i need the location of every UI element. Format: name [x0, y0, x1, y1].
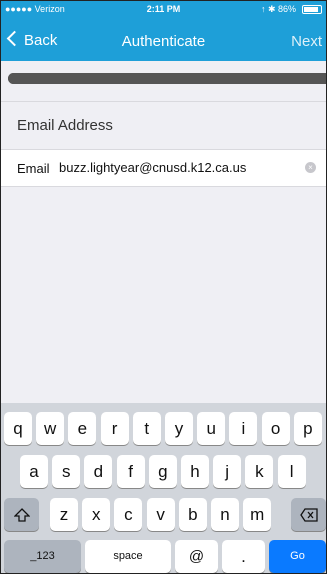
- battery-level: [304, 7, 318, 12]
- keyboard-row-3: zxcvbnm: [1, 498, 326, 533]
- clear-icon[interactable]: ×: [305, 162, 316, 173]
- space-key[interactable]: space: [85, 540, 171, 573]
- key-i[interactable]: i: [229, 412, 258, 445]
- key-w[interactable]: w: [36, 412, 65, 445]
- key-r[interactable]: r: [100, 412, 129, 445]
- key-z[interactable]: z: [50, 498, 78, 531]
- key-e[interactable]: e: [68, 412, 97, 445]
- key-v[interactable]: v: [146, 498, 175, 531]
- keyboard: qwertyuiop asdfghjkl zxcvbnm _123 space …: [1, 403, 326, 573]
- key-c[interactable]: c: [114, 498, 143, 531]
- page-title: Authenticate: [121, 33, 206, 50]
- keyboard-row-2: asdfghjkl: [1, 455, 326, 490]
- key-q[interactable]: q: [4, 412, 32, 445]
- email-row: Email ×: [1, 149, 326, 187]
- go-key[interactable]: Go: [269, 540, 326, 573]
- key-h[interactable]: h: [181, 455, 209, 488]
- key-n[interactable]: n: [211, 498, 239, 531]
- backspace-icon: [299, 508, 318, 522]
- shift-icon: [12, 508, 31, 522]
- progress-bar: [8, 73, 326, 84]
- top-bar: ●●●●● Verizon 2:11 PM ↑ ✱ 86% Back Authe…: [1, 1, 326, 61]
- numbers-key[interactable]: _123: [4, 540, 81, 573]
- key-u[interactable]: u: [197, 412, 226, 445]
- dot-key[interactable]: .: [222, 540, 265, 573]
- shift-key[interactable]: [4, 498, 39, 531]
- progress-area: [1, 61, 326, 102]
- key-x[interactable]: x: [82, 498, 111, 531]
- keyboard-row-1: qwertyuiop: [1, 412, 326, 447]
- key-o[interactable]: o: [261, 412, 290, 445]
- status-bar: ●●●●● Verizon 2:11 PM ↑ ✱ 86%: [1, 1, 326, 19]
- key-l[interactable]: l: [277, 455, 306, 488]
- key-f[interactable]: f: [116, 455, 145, 488]
- key-b[interactable]: b: [178, 498, 207, 531]
- key-m[interactable]: m: [243, 498, 272, 531]
- next-button[interactable]: Next: [291, 33, 322, 50]
- key-s[interactable]: s: [52, 455, 81, 488]
- key-g[interactable]: g: [148, 455, 177, 488]
- email-label: Email: [17, 161, 50, 176]
- keyboard-row-4: _123 space @ . Go: [1, 540, 326, 573]
- section-title: Email Address: [17, 117, 113, 134]
- key-t[interactable]: t: [132, 412, 161, 445]
- key-a[interactable]: a: [20, 455, 48, 488]
- key-p[interactable]: p: [293, 412, 322, 445]
- backspace-key[interactable]: [291, 498, 326, 531]
- progress-fill: [8, 73, 326, 84]
- at-key[interactable]: @: [175, 540, 218, 573]
- battery-icon: [302, 5, 322, 14]
- key-y[interactable]: y: [165, 412, 193, 445]
- app-screen: ●●●●● Verizon 2:11 PM ↑ ✱ 86% Back Authe…: [0, 0, 327, 574]
- key-k[interactable]: k: [245, 455, 274, 488]
- key-d[interactable]: d: [84, 455, 113, 488]
- navigation-bar: Back Authenticate Next: [1, 23, 326, 61]
- status-icons: ↑ ✱ 86%: [260, 4, 296, 14]
- email-field[interactable]: [59, 155, 294, 179]
- key-j[interactable]: j: [213, 455, 242, 488]
